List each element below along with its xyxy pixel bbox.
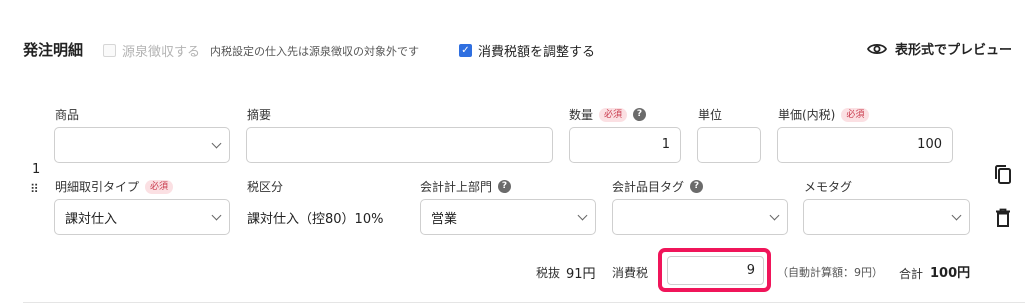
product-select[interactable] bbox=[54, 127, 230, 163]
unit-label-text: 単位 bbox=[698, 108, 723, 122]
account-tag-label-text: 会計品目タグ bbox=[612, 180, 685, 194]
drag-handle-icon[interactable]: ⠿ bbox=[30, 183, 39, 195]
department-label-text: 会計計上部門 bbox=[420, 180, 493, 194]
adjust-tax-label: 消費税額を調整する bbox=[478, 45, 596, 60]
unit-input[interactable] bbox=[697, 127, 761, 163]
memo-tag-label-text: メモタグ bbox=[804, 180, 853, 194]
quantity-label-text: 数量 bbox=[569, 108, 594, 122]
excl-tax-label: 税抜 bbox=[536, 266, 561, 280]
summary-label-text: 摘要 bbox=[247, 108, 272, 122]
account-tag-select[interactable] bbox=[612, 199, 788, 235]
help-icon[interactable]: ? bbox=[498, 180, 512, 193]
tax-label: 消費税 bbox=[612, 266, 649, 280]
divider bbox=[23, 302, 1025, 303]
chevron-down-icon bbox=[769, 210, 780, 221]
memo-tag-select[interactable] bbox=[803, 199, 970, 235]
trash-icon[interactable] bbox=[995, 208, 1011, 228]
transaction-type-label: 明細取引タイプ 必須 bbox=[55, 178, 174, 195]
memo-tag-label: メモタグ bbox=[804, 178, 852, 195]
tax-category-label-text: 税区分 bbox=[247, 180, 284, 194]
total-value: 100円 bbox=[930, 266, 971, 281]
copy-icon[interactable] bbox=[993, 164, 1013, 186]
product-label: 商品 bbox=[55, 106, 79, 123]
excl-tax-value: 91円 bbox=[566, 267, 596, 282]
transaction-type-value: 課対仕入 bbox=[65, 211, 118, 227]
preview-table-button[interactable]: 表形式でプレビュー bbox=[866, 39, 1012, 58]
tax-category-value: 課対仕入（控80）10% bbox=[247, 212, 384, 227]
summary-input[interactable] bbox=[246, 127, 553, 163]
quantity-label: 数量 必須 ? bbox=[569, 106, 647, 123]
tax-category-label: 税区分 bbox=[247, 178, 283, 195]
department-value: 営業 bbox=[431, 211, 458, 227]
chevron-down-icon bbox=[577, 210, 588, 221]
chevron-down-icon bbox=[951, 210, 962, 221]
required-badge: 必須 bbox=[599, 107, 628, 122]
quantity-input[interactable]: 1 bbox=[569, 127, 681, 163]
account-tag-label: 会計品目タグ ? bbox=[612, 178, 704, 195]
department-label: 会計計上部門 ? bbox=[420, 178, 512, 195]
help-icon[interactable]: ? bbox=[690, 180, 704, 193]
withholding-note: 内税設定の仕入先は源泉徴収の対象外です bbox=[210, 44, 420, 58]
tax-amount-input[interactable]: 9 bbox=[667, 256, 764, 285]
unit-price-input[interactable]: 100 bbox=[777, 127, 953, 163]
product-label-text: 商品 bbox=[55, 108, 80, 122]
transaction-type-label-text: 明細取引タイプ bbox=[55, 180, 140, 194]
chevron-down-icon bbox=[211, 138, 222, 149]
help-icon[interactable]: ? bbox=[633, 108, 647, 121]
unit-price-label: 単価(内税) 必須 bbox=[778, 106, 870, 123]
auto-calc-note: （自動計算額：9円） bbox=[777, 266, 883, 279]
department-select[interactable]: 営業 bbox=[420, 199, 596, 235]
adjust-tax-checkbox[interactable]: ✓ bbox=[459, 44, 472, 57]
unit-price-label-text: 単価(内税) bbox=[778, 108, 836, 122]
row-number: 1 bbox=[32, 162, 41, 177]
adjust-tax-row: ✓ 消費税額を調整する bbox=[459, 41, 595, 60]
total-label: 合計 bbox=[899, 267, 924, 281]
withholding-row: 源泉徴収する 内税設定の仕入先は源泉徴収の対象外です bbox=[103, 41, 419, 60]
section-title: 発注明細 bbox=[23, 41, 84, 59]
unit-label: 単位 bbox=[698, 106, 722, 123]
required-badge: 必須 bbox=[841, 107, 870, 122]
transaction-type-select[interactable]: 課対仕入 bbox=[54, 199, 230, 235]
eye-icon bbox=[866, 43, 887, 54]
withholding-label: 源泉徴収する bbox=[122, 45, 201, 60]
preview-label: 表形式でプレビュー bbox=[894, 43, 1012, 58]
required-badge: 必須 bbox=[145, 179, 174, 194]
withholding-checkbox[interactable] bbox=[103, 44, 116, 57]
summary-label: 摘要 bbox=[247, 106, 271, 123]
chevron-down-icon bbox=[211, 210, 222, 221]
